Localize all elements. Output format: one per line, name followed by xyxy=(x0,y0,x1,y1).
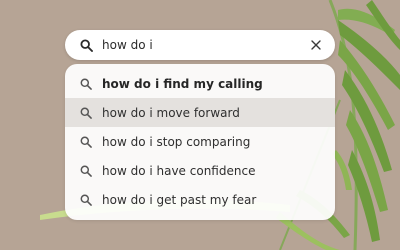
search-icon xyxy=(79,164,93,178)
suggestion-label: how do i have confidence xyxy=(102,163,256,178)
suggestion-item[interactable]: how do i have confidence xyxy=(65,156,335,185)
suggestion-label: how do i find my calling xyxy=(102,76,263,91)
suggestion-label: how do i stop comparing xyxy=(102,134,251,149)
search-icon xyxy=(79,106,93,120)
suggestion-label: how do i move forward xyxy=(102,105,240,120)
suggestion-item[interactable]: how do i move forward xyxy=(65,98,335,127)
close-icon[interactable] xyxy=(309,38,323,52)
suggestions-dropdown: how do i find my calling how do i move f… xyxy=(65,64,335,220)
search-bar[interactable]: how do i xyxy=(65,30,335,60)
search-icon xyxy=(79,38,93,52)
search-icon xyxy=(79,135,93,149)
suggestion-item[interactable]: how do i find my calling xyxy=(65,69,335,98)
search-icon xyxy=(79,193,93,207)
search-input[interactable]: how do i xyxy=(102,38,309,52)
suggestion-label: how do i get past my fear xyxy=(102,192,257,207)
suggestion-item[interactable]: how do i stop comparing xyxy=(65,127,335,156)
search-icon xyxy=(79,77,93,91)
suggestion-item[interactable]: how do i get past my fear xyxy=(65,185,335,214)
